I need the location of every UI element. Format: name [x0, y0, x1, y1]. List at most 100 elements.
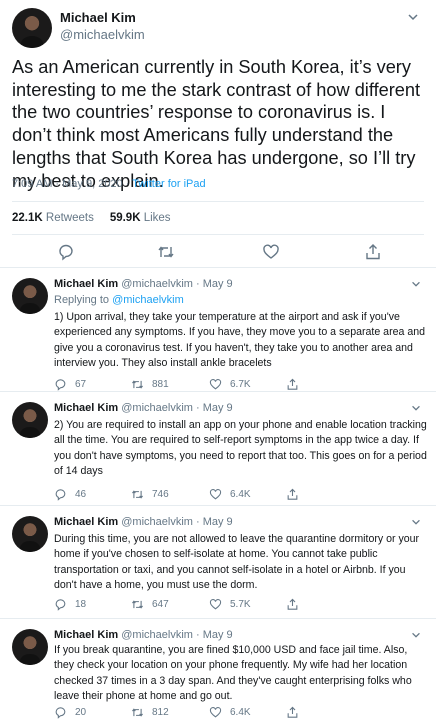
retweet-icon	[132, 379, 143, 389]
avatar[interactable]	[12, 516, 48, 552]
retweet-action[interactable]: 746	[131, 487, 169, 501]
reply-actions: 20 812 6.4K	[54, 705, 430, 719]
chevron-down-icon[interactable]	[410, 402, 422, 414]
retweet-count: 881	[152, 378, 169, 390]
reply-count: 46	[75, 488, 87, 500]
tweet-meta: 7:09 AM · May 9, 2020 · Twitter for iPad	[12, 178, 206, 190]
reply-icon	[55, 598, 66, 611]
like-action[interactable]: 6.4K	[209, 487, 251, 501]
author-handle[interactable]: @michaelvkim · May 9	[121, 402, 232, 414]
share-action[interactable]	[286, 487, 299, 501]
reply-count: 20	[75, 706, 87, 718]
reply-header: Michael Kim @michaelvkim · May 9	[54, 516, 233, 528]
main-tweet: Michael Kim @michaelvkim As an American …	[0, 0, 436, 268]
like-count: 5.7K	[230, 598, 251, 610]
avatar[interactable]	[12, 8, 52, 48]
reply-action[interactable]: 18	[54, 597, 86, 611]
share-icon	[287, 378, 298, 390]
chevron-down-icon[interactable]	[410, 516, 422, 528]
like-icon[interactable]	[262, 243, 280, 261]
reply-action[interactable]: 46	[54, 487, 86, 501]
tweet-source[interactable]: Twitter for iPad	[132, 178, 205, 190]
replying-to: Replying to @michaelvkim	[54, 294, 184, 306]
like-icon	[209, 598, 222, 610]
reply-text: During this time, you are not allowed to…	[54, 533, 420, 592]
divider	[12, 201, 424, 202]
reply-icon	[55, 488, 66, 501]
retweet-action[interactable]: 647	[131, 597, 169, 611]
replying-handle[interactable]: @michaelvkim	[112, 294, 184, 306]
like-count: 6.4K	[230, 488, 251, 500]
author-name[interactable]: Michael Kim	[60, 10, 136, 25]
like-icon	[209, 706, 222, 718]
retweet-icon	[132, 599, 143, 609]
reply-actions: 46 746 6.4K	[54, 487, 430, 501]
retweets-count[interactable]: 22.1K	[12, 212, 43, 224]
retweet-icon[interactable]	[157, 243, 175, 261]
share-action[interactable]	[286, 597, 299, 611]
avatar[interactable]	[12, 402, 48, 438]
author-handle[interactable]: @michaelvkim · May 9	[121, 278, 232, 290]
reply-actions: 18 647 5.7K	[54, 597, 430, 611]
reply-header: Michael Kim @michaelvkim · May 9	[54, 278, 233, 290]
reply-tweet[interactable]: Michael Kim @michaelvkim · May 9 Replyin…	[0, 268, 436, 392]
share-icon[interactable]	[364, 243, 382, 261]
tweet-actions	[0, 243, 436, 263]
replying-prefix: Replying to	[54, 294, 113, 306]
reply-count: 18	[75, 598, 87, 610]
tweet-text: As an American currently in South Korea,…	[12, 57, 421, 191]
divider	[12, 234, 424, 235]
retweets-label[interactable]: Retweets	[46, 212, 94, 224]
reply-action[interactable]: 20	[54, 705, 86, 719]
reply-text: 1) Upon arrival, they take your temperat…	[54, 311, 425, 370]
reply-tweet[interactable]: Michael Kim @michaelvkim · May 9 If you …	[0, 619, 436, 720]
reply-text: 2) You are required to install an app on…	[54, 419, 427, 478]
reply-action[interactable]: 67	[54, 377, 86, 391]
author-name[interactable]: Michael Kim	[54, 402, 118, 414]
share-icon	[287, 488, 298, 500]
share-icon	[287, 598, 298, 610]
author-name[interactable]: Michael Kim	[54, 629, 118, 641]
reply-icon[interactable]	[57, 243, 75, 261]
share-icon	[287, 706, 298, 718]
reply-tweet[interactable]: Michael Kim @michaelvkim · May 9 During …	[0, 506, 436, 619]
reply-count: 67	[75, 378, 87, 390]
reply-tweet[interactable]: Michael Kim @michaelvkim · May 9 2) You …	[0, 392, 436, 506]
author-handle[interactable]: @michaelvkim	[60, 27, 145, 42]
chevron-down-icon[interactable]	[410, 629, 422, 641]
retweet-icon	[132, 489, 143, 499]
reply-text: If you break quarantine, you are fined $…	[54, 644, 412, 703]
reply-icon	[55, 378, 66, 391]
retweet-count: 746	[152, 488, 169, 500]
author-handle[interactable]: @michaelvkim · May 9	[121, 629, 232, 641]
retweet-action[interactable]: 881	[131, 377, 169, 391]
like-action[interactable]: 5.7K	[209, 597, 251, 611]
retweet-count: 647	[152, 598, 169, 610]
reply-header: Michael Kim @michaelvkim · May 9	[54, 629, 233, 641]
tweet-stats: 22.1K Retweets 59.9K Likes	[12, 212, 171, 224]
like-icon	[209, 378, 222, 390]
like-count: 6.4K	[230, 706, 251, 718]
share-action[interactable]	[286, 377, 299, 391]
reply-header: Michael Kim @michaelvkim · May 9	[54, 402, 233, 414]
like-icon	[209, 488, 222, 500]
chevron-down-icon[interactable]	[410, 278, 422, 290]
retweet-count: 812	[152, 706, 169, 718]
avatar[interactable]	[12, 278, 48, 314]
likes-count[interactable]: 59.9K	[110, 212, 141, 224]
retweet-action[interactable]: 812	[131, 705, 169, 719]
avatar[interactable]	[12, 629, 48, 665]
share-action[interactable]	[286, 705, 299, 719]
like-action[interactable]: 6.4K	[209, 705, 251, 719]
likes-label[interactable]: Likes	[144, 212, 171, 224]
chevron-down-icon[interactable]	[406, 10, 420, 24]
retweet-icon	[132, 707, 143, 717]
author-name[interactable]: Michael Kim	[54, 516, 118, 528]
tweet-timestamp[interactable]: 7:09 AM · May 9, 2020 ·	[12, 178, 132, 190]
like-count: 6.7K	[230, 378, 251, 390]
author-handle[interactable]: @michaelvkim · May 9	[121, 516, 232, 528]
reply-icon	[55, 706, 66, 719]
reply-actions: 67 881 6.7K	[54, 377, 430, 391]
author-name[interactable]: Michael Kim	[54, 278, 118, 290]
like-action[interactable]: 6.7K	[209, 377, 251, 391]
